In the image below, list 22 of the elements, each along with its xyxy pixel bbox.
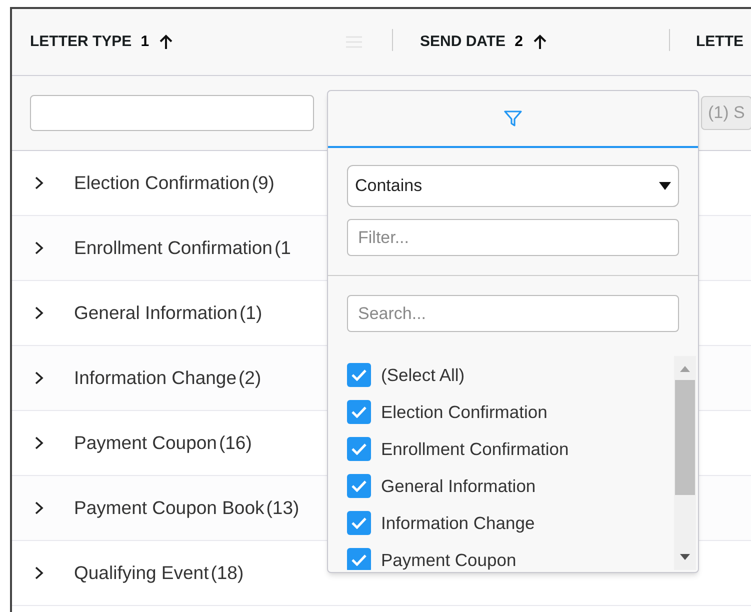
group-count: (16) (218, 431, 252, 456)
group-count: (1 (274, 236, 291, 260)
sort-index: 1 (140, 32, 150, 52)
group-count: (1) (240, 301, 262, 326)
group-count: (2) (238, 366, 262, 390)
sort-index: 2 (514, 32, 523, 52)
group-label: Payment Coupon Book (74, 496, 264, 520)
checkbox-label: Election Confirmation (381, 401, 548, 424)
group-label: Qualifying Event (74, 561, 209, 586)
checkbox-label: General Information (381, 475, 536, 498)
group-label: Election Confirmation (74, 171, 250, 196)
group-label: Information Change (74, 366, 236, 390)
checkbox-label: Enrollment Confirmation (381, 438, 569, 461)
checkbox-label: Payment Coupon (381, 549, 516, 570)
group-label: General Information (74, 301, 238, 326)
group-count: (13) (266, 496, 300, 520)
group-count: (9) (252, 171, 274, 196)
checkbox-label: Information Change (381, 512, 535, 535)
group-count: (18) (210, 561, 244, 586)
group-label: Payment Coupon (74, 431, 217, 456)
checkbox-label: (Select All) (381, 364, 465, 387)
group-label: Enrollment Confirmation (74, 236, 272, 260)
